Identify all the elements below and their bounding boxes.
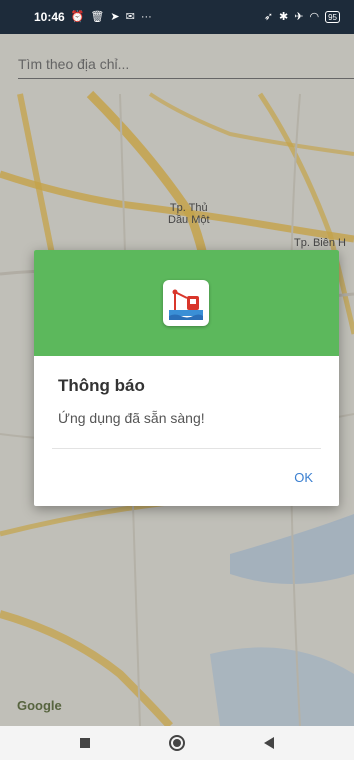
home-circle-icon[interactable] <box>167 733 187 753</box>
airplane-icon: ✈ <box>294 10 304 23</box>
battery-icon: 95 <box>325 11 340 23</box>
navigation-bar <box>0 726 354 760</box>
app-logo-icon <box>163 280 209 326</box>
more-icon: ··· <box>140 10 152 23</box>
mail-icon: ✉ <box>125 10 135 23</box>
recents-square-icon[interactable] <box>75 733 95 753</box>
ok-button[interactable]: OK <box>288 466 319 489</box>
dialog-divider <box>52 448 321 449</box>
bluetooth-icon: ✱ <box>279 10 289 23</box>
status-time: 10:46 <box>34 10 65 24</box>
dialog-header <box>34 250 339 356</box>
alert-dialog: Thông báo Ứng dụng đã sẵn sàng! OK <box>34 250 339 506</box>
location-icon: ➶ <box>263 10 274 23</box>
dialog-title: Thông báo <box>58 376 145 395</box>
back-triangle-icon[interactable] <box>259 733 279 753</box>
trash-icon: 🗑 <box>90 10 105 23</box>
alarm-icon: ⏰ <box>70 10 85 23</box>
status-bar: 10:46 ⏰ 🗑 ➤ ✉ ··· ➶ ✱ ✈ ◠ 95 <box>0 0 354 34</box>
dialog-message: Ứng dụng đã sẵn sàng! <box>58 410 205 426</box>
wifi-icon: ◠ <box>309 10 320 23</box>
send-icon: ➤ <box>110 10 120 23</box>
